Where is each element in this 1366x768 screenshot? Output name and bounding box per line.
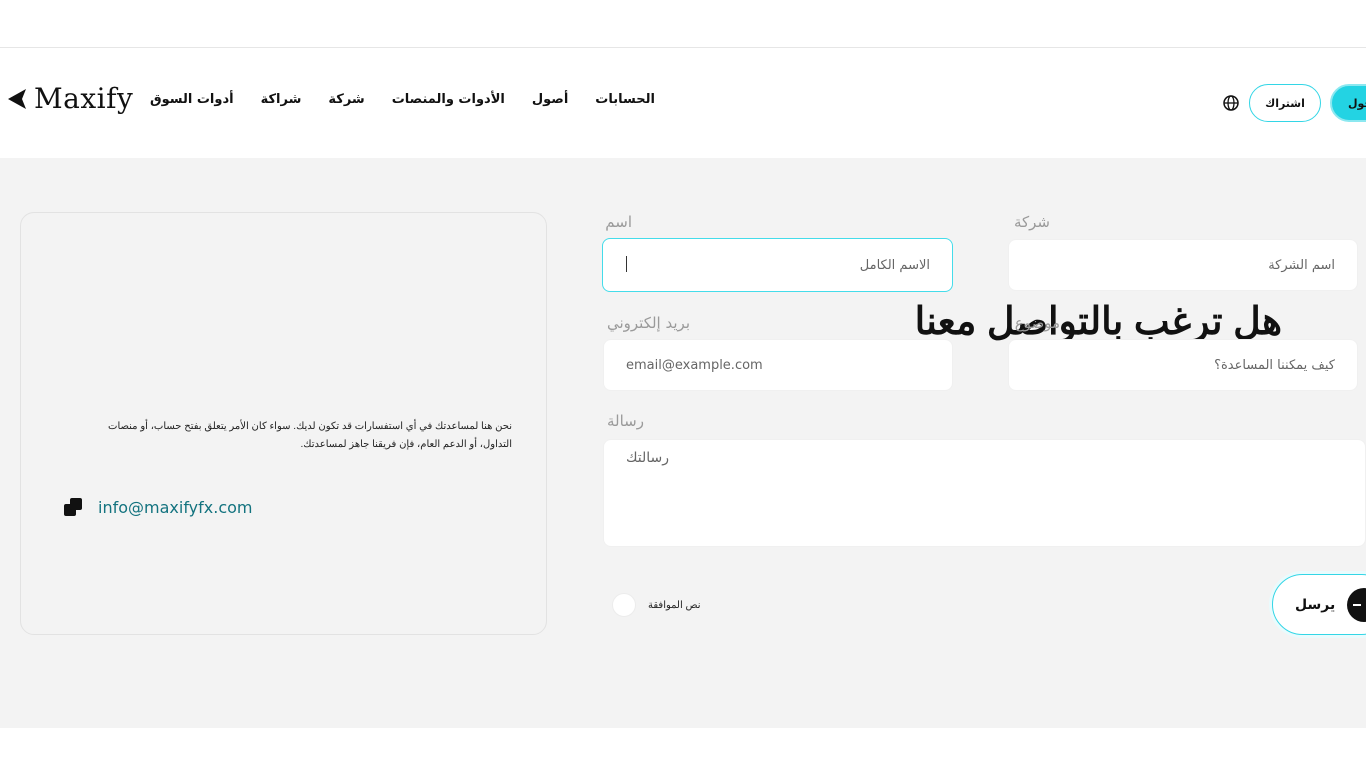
top-strip [0, 0, 1366, 48]
subject-label: موضوع [1014, 314, 1060, 332]
logo-mark-icon [8, 88, 26, 109]
nav-item-assets[interactable]: أصول [532, 92, 568, 107]
login-button[interactable]: دخول [1330, 84, 1366, 122]
agree-row: نص الموافقة [612, 593, 701, 617]
nav-item-company[interactable]: شركة [328, 92, 364, 107]
send-label: يرسل [1295, 596, 1336, 613]
message-textarea[interactable] [603, 439, 1366, 547]
send-arrow-icon [1347, 588, 1366, 622]
text-cursor [626, 256, 627, 272]
email-label: بريد إلكتروني [606, 314, 690, 332]
agree-label: نص الموافقة [648, 599, 701, 611]
send-button[interactable]: يرسل [1272, 574, 1366, 635]
contact-email-link[interactable]: info@maxifyfx.com [98, 498, 253, 517]
contact-logo-icon [64, 498, 82, 516]
company-input[interactable] [1008, 239, 1358, 291]
agree-checkbox[interactable] [612, 593, 636, 617]
contact-email-row: info@maxifyfx.com [62, 496, 253, 518]
nav-item-partnership[interactable]: شراكة [261, 92, 302, 107]
nav-item-tools-platforms[interactable]: الأدوات والمنصات [392, 92, 505, 107]
globe-icon[interactable] [1222, 94, 1240, 112]
name-label: اسم [605, 213, 632, 231]
nav-item-accounts[interactable]: الحسابات [595, 92, 655, 107]
footer-strip [0, 728, 1366, 768]
logo-text: Maxify [34, 82, 134, 115]
name-input[interactable] [602, 238, 953, 292]
subscribe-button[interactable]: اشتراك [1249, 84, 1321, 122]
logo[interactable]: Maxify [2, 82, 133, 115]
nav-item-market-tools[interactable]: أدوات السوق [150, 92, 234, 107]
company-label: شركة [1013, 213, 1050, 231]
subject-input[interactable] [1008, 339, 1358, 391]
email-field[interactable] [603, 339, 953, 391]
message-label: رسالة [607, 412, 644, 430]
contact-card-description: نحن هنا لمساعدتك في أي استفسارات قد تكون… [108, 421, 512, 450]
main-nav: أدوات السوق شراكة شركة الأدوات والمنصات … [150, 92, 655, 107]
